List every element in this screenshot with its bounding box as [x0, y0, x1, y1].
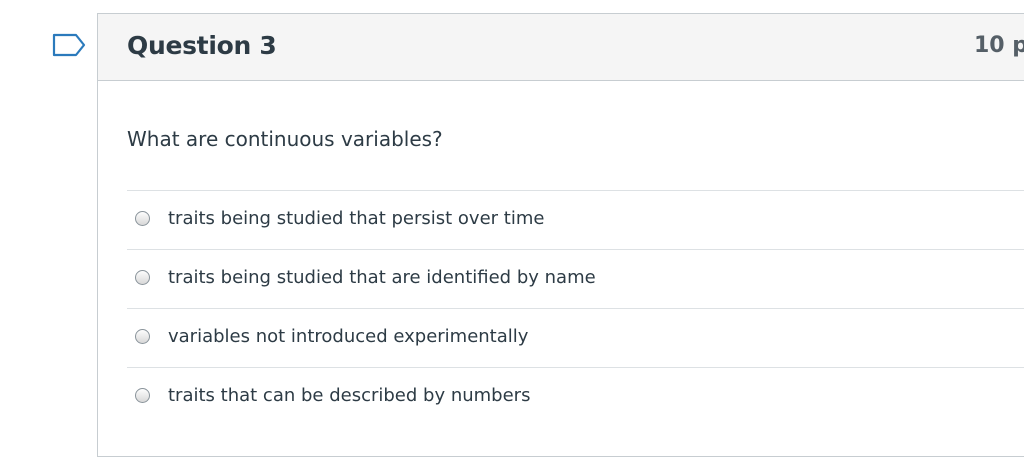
- question-prompt: What are continuous variables?: [127, 127, 443, 151]
- radio-button[interactable]: [135, 270, 150, 285]
- answer-label: traits being studied that are identified…: [168, 267, 596, 288]
- radio-button[interactable]: [135, 211, 150, 226]
- answer-option[interactable]: variables not introduced experimentally: [127, 308, 1024, 367]
- answer-list: traits being studied that persist over t…: [127, 190, 1024, 426]
- answer-option[interactable]: traits that can be described by numbers: [127, 367, 1024, 426]
- radio-button[interactable]: [135, 388, 150, 403]
- question-title: Question 3: [127, 31, 277, 60]
- answer-option[interactable]: traits being studied that are identified…: [127, 249, 1024, 308]
- answer-label: traits being studied that persist over t…: [168, 208, 545, 229]
- radio-button[interactable]: [135, 329, 150, 344]
- question-card: Question 3 10 pts What are continuous va…: [97, 13, 1024, 457]
- flag-question-icon[interactable]: [52, 33, 86, 57]
- answer-option[interactable]: traits being studied that persist over t…: [127, 190, 1024, 249]
- answer-label: variables not introduced experimentally: [168, 326, 529, 347]
- answer-label: traits that can be described by numbers: [168, 385, 531, 406]
- question-header: Question 3 10 pts: [98, 14, 1024, 81]
- question-points: 10 pts: [974, 33, 1024, 58]
